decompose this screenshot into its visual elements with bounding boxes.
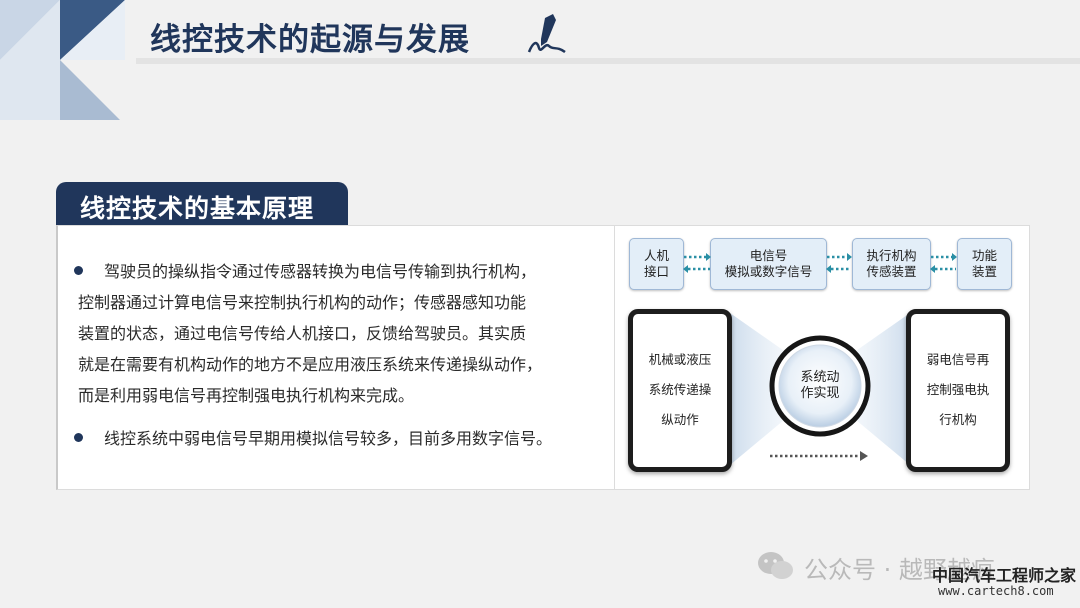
right-device-text: 弱电信号再 控制强电执 行机构 (926, 352, 990, 427)
bidirectional-arrow-icon (826, 253, 852, 273)
right-arrow-icon (770, 451, 868, 461)
pen-writing-icon (527, 14, 566, 54)
bidirectional-arrow-icon (683, 253, 711, 273)
function-box: 功能 装置 (957, 238, 1012, 290)
bidirectional-arrow-icon (930, 253, 957, 273)
bullet-icon (74, 433, 83, 442)
actuator-box: 执行机构 传感装置 (852, 238, 931, 290)
paragraph-1-line-5: 而是利用弱电信号再控制强电执行机构来完成。 (78, 386, 415, 405)
paragraph-1-line-4: 就是在需要有机构动作的地方不是应用液压系统来传递操纵动作， (78, 355, 543, 374)
circle-label: 系统动 作实现 (800, 370, 840, 401)
signal-box: 电信号 模拟或数字信号 (710, 238, 827, 290)
left-device-text: 机械或液压 系统传递操 纵动作 (648, 352, 712, 427)
corner-decoration (0, 0, 125, 120)
hmi-box: 人机 接口 (629, 238, 684, 290)
paragraph-1-line-1: 驾驶员的操纵指令通过传感器转换为电信号传输到执行机构， (104, 262, 537, 281)
section-title: 线控技术的基本原理 (80, 194, 315, 223)
page-title: 线控技术的起源与发展 (150, 22, 470, 58)
site-watermark-cn: 中国汽车工程师之家 (932, 566, 1077, 585)
site-watermark-url: www.cartech8.com (938, 584, 1054, 598)
paragraph-1-line-3: 装置的状态，通过电信号传给人机接口，反馈给驾驶员。其实质 (78, 324, 527, 343)
paragraph-1-line-2: 控制器通过计算电信号来控制执行机构的动作；传感器感知功能 (78, 293, 527, 312)
paragraph-2: 线控系统中弱电信号早期用模拟信号较多，目前多用数字信号。 (104, 429, 553, 448)
bullet-icon (74, 266, 83, 275)
wechat-icon (758, 552, 793, 579)
